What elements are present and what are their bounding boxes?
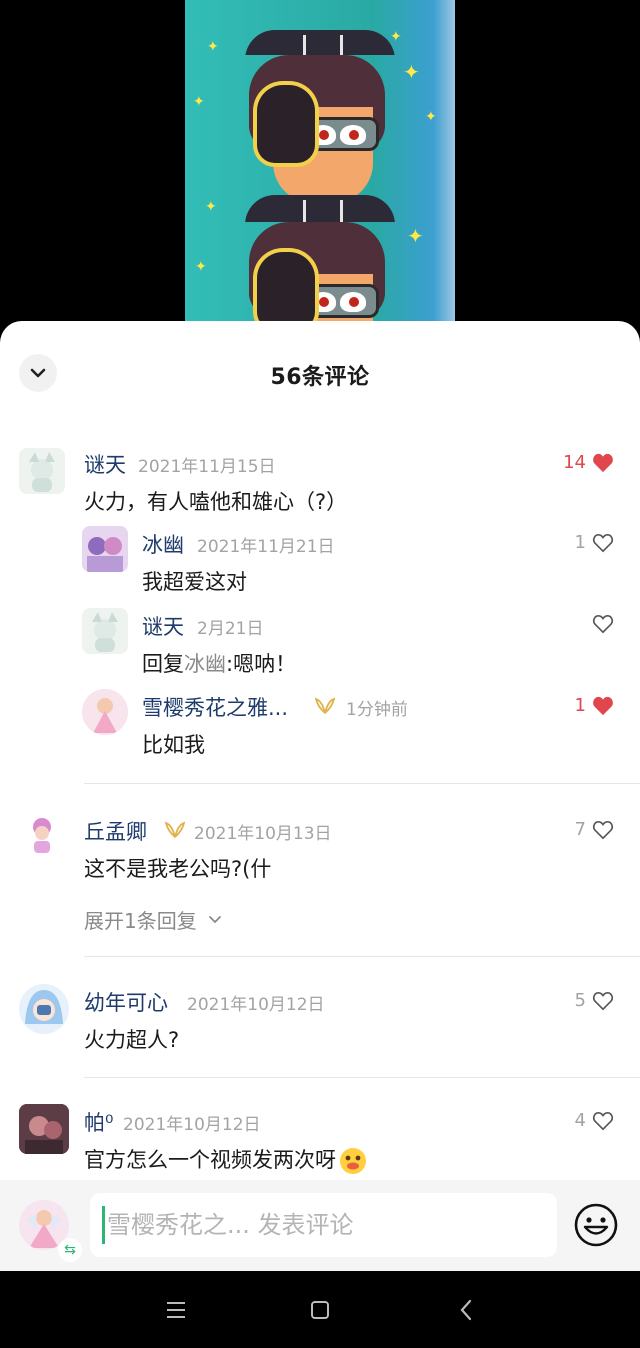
sheet-header: 56条评论: [0, 321, 640, 425]
username[interactable]: 幼年可心: [84, 987, 168, 1017]
like-count: 1: [574, 695, 586, 716]
heart-outline-icon: [592, 820, 614, 839]
expand-replies-label: 展开1条回复: [84, 909, 197, 933]
comment-date: 2021年10月13日: [194, 824, 332, 844]
avatar[interactable]: [19, 813, 65, 859]
like-button[interactable]: 14: [563, 452, 614, 473]
comment-date: 2月21日: [197, 619, 264, 639]
vip-badge-icon: [314, 697, 336, 715]
username[interactable]: 谜天: [142, 611, 184, 641]
comment-date: 2021年10月12日: [123, 1115, 261, 1135]
comment-input-field[interactable]: [90, 1193, 557, 1257]
comment-body: 官方怎么一个视频发两次呀: [84, 1148, 336, 1172]
home-button[interactable]: [300, 1293, 340, 1327]
comment-item[interactable]: 谜天 2021年11月15日 火力，有人嗑他和雄心（?） 14: [0, 446, 640, 516]
like-count: 14: [563, 452, 586, 473]
like-button[interactable]: 1: [575, 532, 614, 553]
like-count: 7: [574, 819, 586, 840]
divider: [84, 1077, 640, 1078]
like-count: 1: [574, 532, 586, 553]
comment-text: 回复冰幽:嗯呐！: [142, 648, 296, 678]
like-button[interactable]: 7: [575, 819, 614, 840]
back-button[interactable]: [446, 1293, 486, 1327]
reply-to-user[interactable]: 冰幽: [184, 652, 226, 676]
like-button[interactable]: 4: [575, 1110, 614, 1131]
avatar[interactable]: [19, 1104, 69, 1154]
comment-text: 这不是我老公吗?(什: [84, 857, 272, 881]
vip-badge-icon: [164, 821, 186, 839]
expand-replies-button[interactable]: 展开1条回复: [84, 905, 223, 934]
comments-sheet: 56条评论 谜天 2021年11月15日 火力，有人嗑他和雄心（?） 14 冰幽…: [0, 321, 640, 1271]
heart-outline-icon: [592, 991, 614, 1010]
comment-date: 2021年11月15日: [138, 457, 276, 477]
comment-item[interactable]: 帕⁰ 2021年10月12日 官方怎么一个视频发两次呀 4: [0, 1104, 640, 1174]
recent-apps-button[interactable]: [156, 1293, 196, 1327]
reply-item[interactable]: 冰幽 2021年11月21日 我超爱这对 1: [0, 526, 640, 596]
comment-text: 火力，有人嗑他和雄心（?）: [84, 490, 348, 514]
heart-filled-icon: [593, 453, 613, 472]
reply-item[interactable]: 雪樱秀花之雅... 1分钟前 比如我 1: [0, 689, 640, 759]
username[interactable]: 帕⁰: [84, 1107, 113, 1137]
avatar[interactable]: [19, 448, 65, 494]
comment-text: 火力超人?: [84, 1028, 180, 1052]
comment-input[interactable]: [107, 1211, 527, 1239]
reply-body: :嗯呐！: [226, 652, 297, 676]
username[interactable]: 丘孟卿: [84, 816, 147, 846]
comment-item[interactable]: 丘孟卿 2021年10月13日 这不是我老公吗?(什 7 展开1条回复: [0, 813, 640, 943]
avatar[interactable]: [19, 984, 69, 1034]
heart-outline-icon: [592, 614, 614, 634]
avatar[interactable]: [82, 526, 128, 572]
heart-filled-icon: [593, 696, 613, 715]
username[interactable]: 谜天: [84, 449, 126, 479]
like-button[interactable]: 5: [575, 990, 614, 1011]
comment-input-bar: ⇆: [0, 1180, 640, 1271]
username[interactable]: 冰幽: [142, 529, 184, 559]
like-count: 5: [574, 990, 586, 1011]
username[interactable]: 雪樱秀花之雅...: [142, 692, 288, 722]
like-count: 4: [574, 1110, 586, 1131]
text-caret: [102, 1206, 105, 1244]
divider: [84, 956, 640, 957]
emoji-grimace-icon: [340, 1148, 366, 1174]
heart-outline-icon: [592, 533, 614, 552]
comment-item[interactable]: 幼年可心 2021年10月12日 火力超人? 5: [0, 984, 640, 1054]
video-frame: [185, 0, 455, 70]
switch-account-icon[interactable]: ⇆: [58, 1238, 82, 1262]
comment-text: 官方怎么一个视频发两次呀: [84, 1144, 368, 1176]
comment-count-title: 56条评论: [270, 365, 370, 390]
comment-date: 2021年11月21日: [197, 537, 335, 557]
avatar[interactable]: [82, 689, 128, 735]
heart-outline-icon: [592, 1111, 614, 1130]
emoji-button-icon[interactable]: [573, 1202, 619, 1248]
comment-text: 比如我: [142, 733, 205, 757]
back-chevron-icon: [460, 1299, 472, 1321]
menu-icon: [167, 1302, 185, 1318]
comment-date: 2021年10月12日: [187, 995, 325, 1015]
reply-item[interactable]: 谜天 2月21日 回复冰幽:嗯呐！: [0, 608, 640, 678]
like-button[interactable]: 1: [575, 695, 614, 716]
divider: [84, 783, 640, 784]
reply-prefix: 回复: [142, 652, 184, 676]
avatar[interactable]: [82, 608, 128, 654]
comment-text: 我超爱这对: [142, 570, 247, 594]
comment-date: 1分钟前: [346, 700, 408, 720]
video-player[interactable]: ✦ ✦ ✦ ✦ ✦ ✦ ✦ ✦: [185, 0, 455, 340]
system-nav-bar: [0, 1271, 640, 1348]
square-icon: [311, 1301, 329, 1319]
chevron-down-icon: [208, 915, 221, 923]
like-button[interactable]: [586, 614, 614, 634]
